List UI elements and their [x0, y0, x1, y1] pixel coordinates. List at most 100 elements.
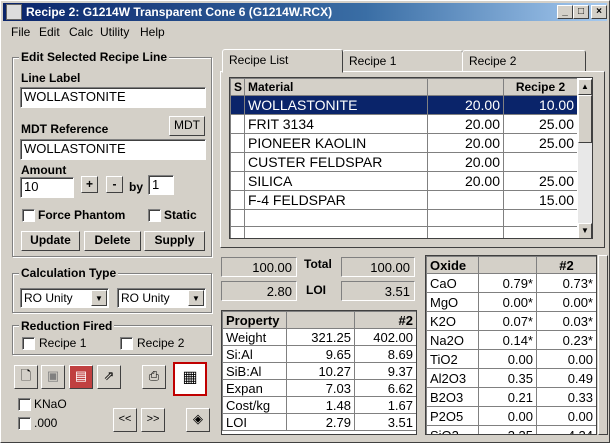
recipe2-amount-cell[interactable]: 25.00 [503, 114, 578, 134]
property-row[interactable]: Weight 321.25 402.00 [222, 328, 416, 346]
recipe1-value-cell[interactable]: 7.03 [286, 379, 355, 397]
oxide-scrollbar[interactable] [598, 255, 608, 435]
oxide-name-cell[interactable]: P2O5 [426, 406, 479, 426]
oxide-name-cell[interactable]: CaO [426, 273, 479, 293]
column-header[interactable] [427, 78, 504, 96]
column-header[interactable]: Recipe 2 [503, 78, 578, 96]
property-row[interactable]: Cost/kg 1.48 1.67 [222, 396, 416, 414]
property-name-cell[interactable]: Expan [222, 379, 287, 397]
recipe-row[interactable]: WOLLASTONITE 20.00 10.00 [230, 95, 578, 115]
property-row[interactable]: SiB:Al 10.27 9.37 [222, 362, 416, 380]
minimize-button[interactable]: _ [557, 5, 573, 19]
material-cell[interactable]: SILICA [244, 171, 428, 191]
recipe-grid-scrollbar[interactable]: ▲ ▼ [577, 78, 592, 238]
menu-help[interactable]: Help [140, 25, 165, 39]
recipe1-value-cell[interactable]: 0.79* [478, 273, 537, 293]
table-cell[interactable] [244, 226, 428, 238]
recipe2-value-cell[interactable]: 3.51 [354, 413, 416, 431]
recipe2-value-cell[interactable]: 0.49 [536, 368, 596, 388]
recipe-row[interactable]: F-4 FELDSPAR 15.00 [230, 190, 578, 210]
save-icon[interactable]: ▣ [41, 365, 65, 389]
reduction-recipe1-checkbox[interactable] [22, 337, 35, 350]
property-name-cell[interactable]: SiB:Al [222, 362, 287, 380]
recipe-row[interactable]: PIONEER KAOLIN 20.00 25.00 [230, 133, 578, 153]
property-grid[interactable]: Property #2 Weight 321.25 402.00 Si:Al 9.65 8… [221, 310, 417, 435]
table-cell[interactable] [427, 209, 504, 227]
recipe1-value-cell[interactable]: 2.79 [286, 413, 355, 431]
oxide-name-cell[interactable]: MgO [426, 292, 479, 312]
kna2o-checkbox[interactable] [18, 398, 31, 411]
oxide-name-cell[interactable]: B2O3 [426, 387, 479, 407]
print-icon[interactable]: ⎙ [142, 365, 166, 389]
tab-recipe-1[interactable]: Recipe 1 [342, 50, 463, 72]
recipe2-value-cell[interactable]: 6.62 [354, 379, 416, 397]
property-name-cell[interactable]: Cost/kg [222, 396, 287, 414]
recipe2-value-cell[interactable]: 0.73* [536, 273, 596, 293]
status-cell[interactable] [230, 114, 245, 134]
recipe1-amount-cell[interactable]: 20.00 [427, 171, 504, 191]
table-cell[interactable] [503, 226, 578, 238]
tab-recipe-2[interactable]: Recipe 2 [462, 50, 586, 72]
recipe2-value-cell[interactable]: 4.24 [536, 425, 596, 434]
static-checkbox[interactable] [148, 209, 161, 222]
recipe-row[interactable]: FRIT 3134 20.00 25.00 [230, 114, 578, 134]
menu-utility[interactable]: Utility [100, 25, 129, 39]
export-icon[interactable]: ⇗ [97, 365, 121, 389]
mdt-reference-input[interactable]: WOLLASTONITE [20, 139, 206, 160]
recipe1-value-cell[interactable]: 0.00* [478, 292, 537, 312]
property-name-cell[interactable]: Weight [222, 328, 287, 346]
material-cell[interactable]: CUSTER FELDSPAR [244, 152, 428, 172]
oxide-name-cell[interactable]: TiO2 [426, 349, 479, 369]
material-cell[interactable]: PIONEER KAOLIN [244, 133, 428, 153]
status-cell[interactable] [230, 190, 245, 210]
status-cell[interactable] [230, 152, 245, 172]
recipe1-value-cell[interactable]: 0.21 [478, 387, 537, 407]
property-name-cell[interactable]: LOI [222, 413, 287, 431]
update-button[interactable]: Update [21, 231, 80, 251]
oxide-name-cell[interactable]: Al2O3 [426, 368, 479, 388]
decrement-button[interactable]: - [106, 176, 123, 193]
oxide-row[interactable]: P2O5 0.00 0.00 [426, 406, 596, 426]
status-cell[interactable] [230, 133, 245, 153]
supply-button[interactable]: Supply [144, 231, 205, 251]
recipe1-amount-cell[interactable]: 20.00 [427, 152, 504, 172]
force-phantom-checkbox[interactable] [22, 209, 35, 222]
recipe2-value-cell[interactable]: 0.23* [536, 330, 596, 350]
column-header[interactable]: #2 [354, 311, 416, 329]
recipe2-value-cell[interactable]: 8.69 [354, 345, 416, 363]
oxide-name-cell[interactable]: Na2O [426, 330, 479, 350]
column-header[interactable] [478, 256, 537, 274]
oxide-name-cell[interactable]: K2O [426, 311, 479, 331]
menu-edit[interactable]: Edit [39, 25, 60, 39]
tag-icon[interactable]: ◈ [186, 408, 210, 432]
recipe2-value-cell[interactable]: 402.00 [354, 328, 416, 346]
table-cell[interactable] [244, 209, 428, 227]
oxide-row[interactable]: MgO 0.00* 0.00* [426, 292, 596, 312]
recipe2-amount-cell[interactable]: 10.00 [503, 95, 578, 115]
recipe1-value-cell[interactable]: 10.27 [286, 362, 355, 380]
material-cell[interactable]: F-4 FELDSPAR [244, 190, 428, 210]
recipe1-amount-cell[interactable] [427, 190, 504, 210]
table-cell[interactable] [230, 226, 245, 238]
recipe2-value-cell[interactable]: 0.03* [536, 311, 596, 331]
mdt-button[interactable]: MDT [169, 116, 205, 136]
oxide-row[interactable]: TiO2 0.00 0.00 [426, 349, 596, 369]
decimals-checkbox[interactable] [18, 417, 31, 430]
step-input[interactable]: 1 [148, 175, 174, 195]
status-cell[interactable] [230, 95, 245, 115]
recipe1-value-cell[interactable]: 3.35 [478, 425, 537, 434]
chevron-down-icon[interactable]: ▼ [91, 290, 107, 306]
recipe2-amount-cell[interactable]: 25.00 [503, 171, 578, 191]
oxide-row[interactable]: Al2O3 0.35 0.49 [426, 368, 596, 388]
calculator-icon[interactable]: ▦ [173, 362, 207, 396]
property-row[interactable]: LOI 2.79 3.51 [222, 413, 416, 431]
recipe2-amount-cell[interactable]: 25.00 [503, 133, 578, 153]
oxide-row[interactable]: SiO2 3.35 4.24 [426, 425, 596, 434]
calc-type-select-1[interactable]: RO Unity ▼ [20, 288, 109, 308]
oxide-name-cell[interactable]: SiO2 [426, 425, 479, 434]
recipe1-value-cell[interactable]: 0.00 [478, 349, 537, 369]
next-button[interactable]: >> [141, 408, 165, 432]
oxide-row[interactable]: B2O3 0.21 0.33 [426, 387, 596, 407]
material-cell[interactable]: WOLLASTONITE [244, 95, 428, 115]
tab-recipe-list[interactable]: Recipe List [222, 49, 343, 73]
